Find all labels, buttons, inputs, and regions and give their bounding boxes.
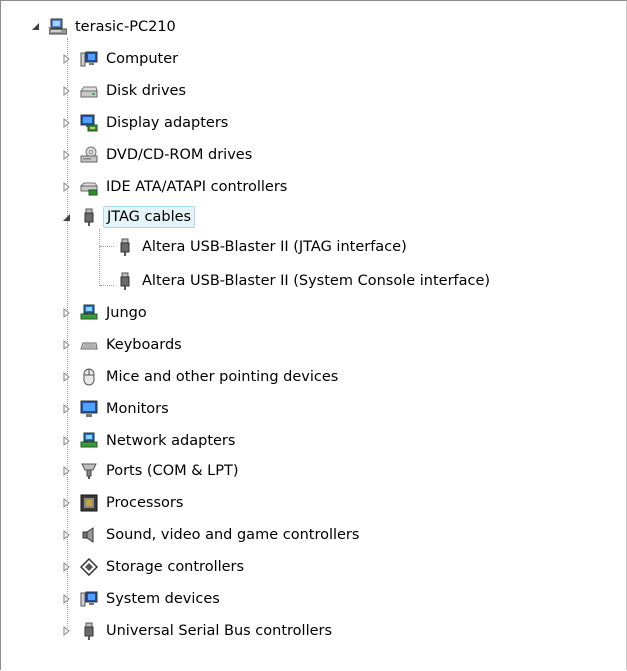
tree-item-label: IDE ATA/ATAPI controllers xyxy=(106,179,288,195)
tree-item-usb-controllers[interactable]: Universal Serial Bus controllers xyxy=(62,618,335,644)
expand-arrow-icon[interactable] xyxy=(62,593,73,604)
tree-item-label: System devices xyxy=(106,591,220,607)
processor-icon xyxy=(80,494,98,512)
tree-connector-child xyxy=(100,246,114,247)
tree-item-computer[interactable]: Computer xyxy=(62,46,181,72)
tree-item-label: Display adapters xyxy=(106,115,229,131)
mouse-icon xyxy=(80,368,98,386)
tree-connector-child xyxy=(100,285,114,286)
tree-root-label: terasic-PC210 xyxy=(75,19,176,35)
tree-item-keyboards[interactable]: Keyboards xyxy=(62,332,185,358)
computer-icon xyxy=(80,50,98,68)
usb-plug-icon xyxy=(116,238,134,256)
collapse-arrow-icon[interactable] xyxy=(31,21,42,32)
tree-item-label: Mice and other pointing devices xyxy=(106,369,339,385)
speaker-icon xyxy=(80,526,98,544)
monitor-icon xyxy=(80,400,98,418)
tree-item-label: Computer xyxy=(106,51,179,67)
tree-item-label: Keyboards xyxy=(106,337,182,353)
tree-item-label: DVD/CD-ROM drives xyxy=(106,147,253,163)
tree-item-jungo[interactable]: Jungo xyxy=(62,300,150,326)
display-adapter-icon xyxy=(80,114,98,132)
tree-item-label: Altera USB-Blaster II (System Console in… xyxy=(142,273,491,289)
expand-arrow-icon[interactable] xyxy=(62,497,73,508)
tree-item-dvd-drives[interactable]: DVD/CD-ROM drives xyxy=(62,142,255,168)
network-icon xyxy=(80,304,98,322)
expand-arrow-icon[interactable] xyxy=(62,181,73,192)
keyboard-icon xyxy=(80,336,98,354)
usb-plug-icon xyxy=(80,622,98,640)
expand-arrow-icon[interactable] xyxy=(62,529,73,540)
tree-item-label: Universal Serial Bus controllers xyxy=(106,623,333,639)
system-device-icon xyxy=(80,590,98,608)
tree-item-mice[interactable]: Mice and other pointing devices xyxy=(62,364,341,390)
ide-controller-icon xyxy=(80,178,98,196)
expand-arrow-icon[interactable] xyxy=(62,53,73,64)
tree-item-label: Sound, video and game controllers xyxy=(106,527,360,543)
dvd-drive-icon xyxy=(80,146,98,164)
expand-arrow-icon[interactable] xyxy=(62,435,73,446)
tree-item-system-devices[interactable]: System devices xyxy=(62,586,223,612)
expand-arrow-icon[interactable] xyxy=(62,149,73,160)
expand-arrow-icon[interactable] xyxy=(62,561,73,572)
network-icon xyxy=(80,432,98,450)
tree-item-usb-blaster-jtag[interactable]: Altera USB-Blaster II (JTAG interface) xyxy=(116,234,410,260)
tree-item-processors[interactable]: Processors xyxy=(62,490,186,516)
expand-arrow-icon[interactable] xyxy=(62,465,73,476)
tree-item-label: Processors xyxy=(106,495,184,511)
port-icon xyxy=(80,462,98,480)
tree-item-storage-controllers[interactable]: Storage controllers xyxy=(62,554,247,580)
tree-item-label: JTAG cables xyxy=(103,206,196,228)
expand-arrow-icon[interactable] xyxy=(62,371,73,382)
tree-item-label: Storage controllers xyxy=(106,559,245,575)
tree-item-display-adapters[interactable]: Display adapters xyxy=(62,110,231,136)
expand-arrow-icon[interactable] xyxy=(62,625,73,636)
expand-arrow-icon[interactable] xyxy=(62,339,73,350)
tree-item-label: Ports (COM & LPT) xyxy=(106,463,239,479)
tree-item-label: Disk drives xyxy=(106,83,187,99)
tree-root-node[interactable]: terasic-PC210 xyxy=(31,14,179,40)
expand-arrow-icon[interactable] xyxy=(62,307,73,318)
tree-item-usb-blaster-console[interactable]: Altera USB-Blaster II (System Console in… xyxy=(116,268,493,294)
tree-item-monitors[interactable]: Monitors xyxy=(62,396,172,422)
tree-item-ide-controllers[interactable]: IDE ATA/ATAPI controllers xyxy=(62,174,290,200)
tree-item-ports[interactable]: Ports (COM & LPT) xyxy=(62,458,241,484)
tree-item-jtag-cables[interactable]: JTAG cables xyxy=(62,204,196,230)
tree-item-label: Altera USB-Blaster II (JTAG interface) xyxy=(142,239,407,255)
tree-item-sound[interactable]: Sound, video and game controllers xyxy=(62,522,362,548)
tree-item-label: Monitors xyxy=(106,401,169,417)
collapse-arrow-icon[interactable] xyxy=(62,212,73,223)
disk-drive-icon xyxy=(80,82,98,100)
expand-arrow-icon[interactable] xyxy=(62,403,73,414)
computer-root-icon xyxy=(49,18,67,36)
tree-item-disk-drives[interactable]: Disk drives xyxy=(62,78,189,104)
expand-arrow-icon[interactable] xyxy=(62,85,73,96)
tree-item-label: Jungo xyxy=(106,305,147,321)
tree-item-network-adapters[interactable]: Network adapters xyxy=(62,428,238,454)
expand-arrow-icon[interactable] xyxy=(62,117,73,128)
usb-plug-icon xyxy=(116,272,134,290)
usb-plug-icon xyxy=(80,208,98,226)
tree-connector-jtag xyxy=(99,229,100,286)
tree-item-label: Network adapters xyxy=(106,433,236,449)
storage-icon xyxy=(80,558,98,576)
